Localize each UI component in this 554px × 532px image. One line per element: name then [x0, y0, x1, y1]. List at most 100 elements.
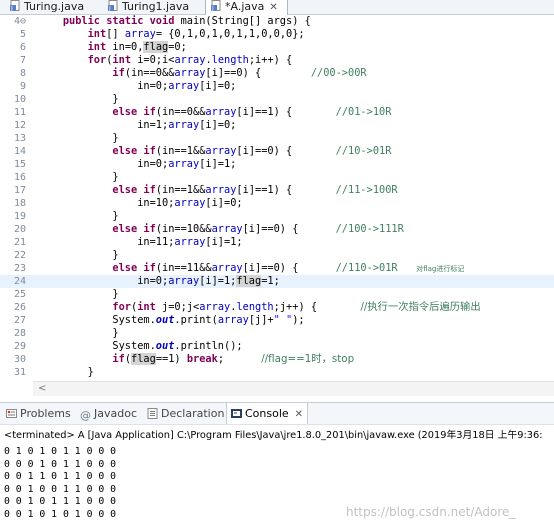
- code-token: in=11;: [38, 236, 175, 248]
- line-number: 14: [13, 146, 26, 157]
- code-text: System.out.println();: [38, 340, 242, 353]
- code-token: ==1): [155, 353, 187, 365]
- code-token: break: [186, 353, 218, 365]
- code-token: array: [174, 197, 206, 209]
- line-number: 22: [13, 250, 26, 261]
- code-line[interactable]: 25 }: [0, 288, 554, 301]
- editor-tab-turing[interactable]: J Turing.java: [10, 0, 84, 14]
- code-line[interactable]: 12 in=1;array[i]=0;: [0, 119, 554, 132]
- line-number: 20: [13, 224, 26, 235]
- code-token: //10->01R: [335, 145, 392, 157]
- code-token: if: [112, 353, 125, 365]
- code-line[interactable]: 4⊖ public static void main(String[] args…: [0, 15, 554, 28]
- code-text: }: [38, 93, 118, 106]
- code-line[interactable]: 29 System.out.println();: [0, 340, 554, 353]
- code-line[interactable]: 14 else if(in==1&&array[i]==0) { //10->0…: [0, 145, 554, 158]
- code-line[interactable]: 13 }: [0, 132, 554, 145]
- line-number: 11: [13, 107, 26, 118]
- code-token: else if: [112, 145, 156, 157]
- close-icon[interactable]: ✕: [269, 2, 277, 13]
- tab-console[interactable]: Console ✕: [226, 403, 309, 424]
- code-line[interactable]: 31 }: [0, 366, 554, 379]
- code-token: [i]=1;: [205, 236, 243, 248]
- code-token: in=0;: [38, 158, 169, 170]
- code-line[interactable]: 26 for(int j=0;j<array.length;j++) { //执…: [0, 301, 554, 314]
- code-line[interactable]: 21 in=11;array[i]=1;: [0, 236, 554, 249]
- code-token: [i]=1;: [199, 158, 237, 170]
- code-line[interactable]: 6 int in=0,flag=0;: [0, 41, 554, 54]
- code-text: }: [38, 327, 119, 340]
- code-line[interactable]: 27 System.out.print(array[j]+" ");: [0, 314, 554, 327]
- code-line[interactable]: 18 in=10;array[i]=0;: [0, 197, 554, 210]
- line-number: 8: [19, 68, 26, 79]
- code-token: array: [199, 301, 231, 313]
- code-token: array: [174, 54, 206, 66]
- code-line[interactable]: 16 }: [0, 171, 554, 184]
- editor-tab-a[interactable]: J *A.java ✕: [205, 0, 288, 15]
- code-text: }: [38, 249, 118, 262]
- code-line[interactable]: 11 else if(in==0&&array[i]==1) { //01->1…: [0, 106, 554, 119]
- code-line[interactable]: 20 else if(in==10&&array[i]==0) { //100-…: [0, 223, 554, 236]
- code-token: out: [155, 314, 175, 326]
- code-token: for: [112, 301, 132, 313]
- console-output-line: 0 0 1 0 1 1 1 0 0 0: [4, 496, 117, 508]
- tab-label: Declaration: [161, 407, 225, 420]
- code-token: [j]+: [248, 314, 274, 326]
- code-line[interactable]: 24 in=0;array[i]=1;flag=1;: [0, 275, 554, 288]
- code-token: else if: [112, 184, 156, 196]
- tab-declaration[interactable]: Declaration: [147, 403, 224, 424]
- line-number: 23: [13, 263, 26, 274]
- code-line[interactable]: 5 int[] array= {0,1,0,1,0,1,1,0,0,0};: [0, 28, 554, 41]
- code-text: else if(in==11&&array[i]==0) { //110->01…: [38, 262, 464, 276]
- code-token: flag: [236, 275, 262, 287]
- code-token: array: [168, 275, 200, 287]
- java-file-icon: J: [10, 0, 21, 12]
- tab-label: Console: [245, 407, 289, 420]
- code-token: main(String[] args) {: [174, 15, 311, 27]
- at-sign-icon: @: [80, 409, 91, 422]
- code-line[interactable]: 15 in=0;array[i]=1;: [0, 158, 554, 171]
- code-token: array: [211, 262, 243, 274]
- code-line[interactable]: 19 }: [0, 210, 554, 223]
- scroll-left-arrow-icon[interactable]: <: [38, 382, 46, 396]
- code-token: []: [106, 28, 125, 40]
- code-token: length: [211, 54, 249, 66]
- code-line[interactable]: 22 }: [0, 249, 554, 262]
- tab-problems[interactable]: Problems: [6, 403, 71, 424]
- editor-tab-turing1[interactable]: J Turing1.java: [108, 0, 189, 14]
- line-number: 9: [19, 81, 26, 92]
- code-token: }: [38, 327, 119, 339]
- code-token: 对flag进行标记: [416, 265, 465, 273]
- horizontal-scrollbar[interactable]: <: [33, 381, 554, 396]
- code-token: flag: [131, 353, 156, 365]
- code-token: System.: [38, 340, 156, 352]
- code-text: in=0;array[i]=1;flag=1;: [38, 275, 280, 288]
- code-line[interactable]: 8 if(in==0&&array[i]==0) { //00->00R: [0, 67, 554, 80]
- code-token: [i]=0;: [199, 119, 237, 131]
- code-token: = {0,1,0,1,0,1,1,0,0,0};: [155, 28, 305, 40]
- code-line[interactable]: 30 if(flag==1) break; //flag==1时，stop: [0, 353, 554, 366]
- code-line[interactable]: 10 }: [0, 93, 554, 106]
- code-line[interactable]: 17 else if(in==1&&array[i]==1) { //11->1…: [0, 184, 554, 197]
- code-text: System.out.print(array[j]+" ");: [38, 314, 304, 327]
- code-line[interactable]: 28 }: [0, 327, 554, 340]
- code-token: in=10;: [38, 197, 175, 209]
- tab-javadoc[interactable]: @ Javadoc: [80, 403, 137, 424]
- editor-tab-label: Turing.java: [24, 0, 85, 13]
- svg-text:J: J: [211, 5, 214, 11]
- code-token: [i]==1) {: [236, 106, 336, 118]
- console-output-line: 0 0 1 1 0 1 1 0 0 0: [4, 471, 117, 483]
- code-line[interactable]: 7 for(int i=0;i<array.length;i++) {: [0, 54, 554, 67]
- code-token: length: [236, 301, 274, 313]
- close-icon[interactable]: ✕: [295, 409, 303, 420]
- code-text: for(int i=0;i<array.length;i++) {: [38, 54, 293, 67]
- code-line[interactable]: 9 in=0;array[i]=0;: [0, 80, 554, 93]
- code-line[interactable]: 23 else if(in==11&&array[i]==0) { //110-…: [0, 262, 554, 275]
- code-editor[interactable]: 4⊖ public static void main(String[] args…: [0, 15, 554, 396]
- code-text: }: [38, 210, 118, 223]
- code-text: in=11;array[i]=1;: [38, 236, 243, 249]
- code-token: else if: [112, 223, 156, 235]
- line-number: 13: [13, 133, 26, 144]
